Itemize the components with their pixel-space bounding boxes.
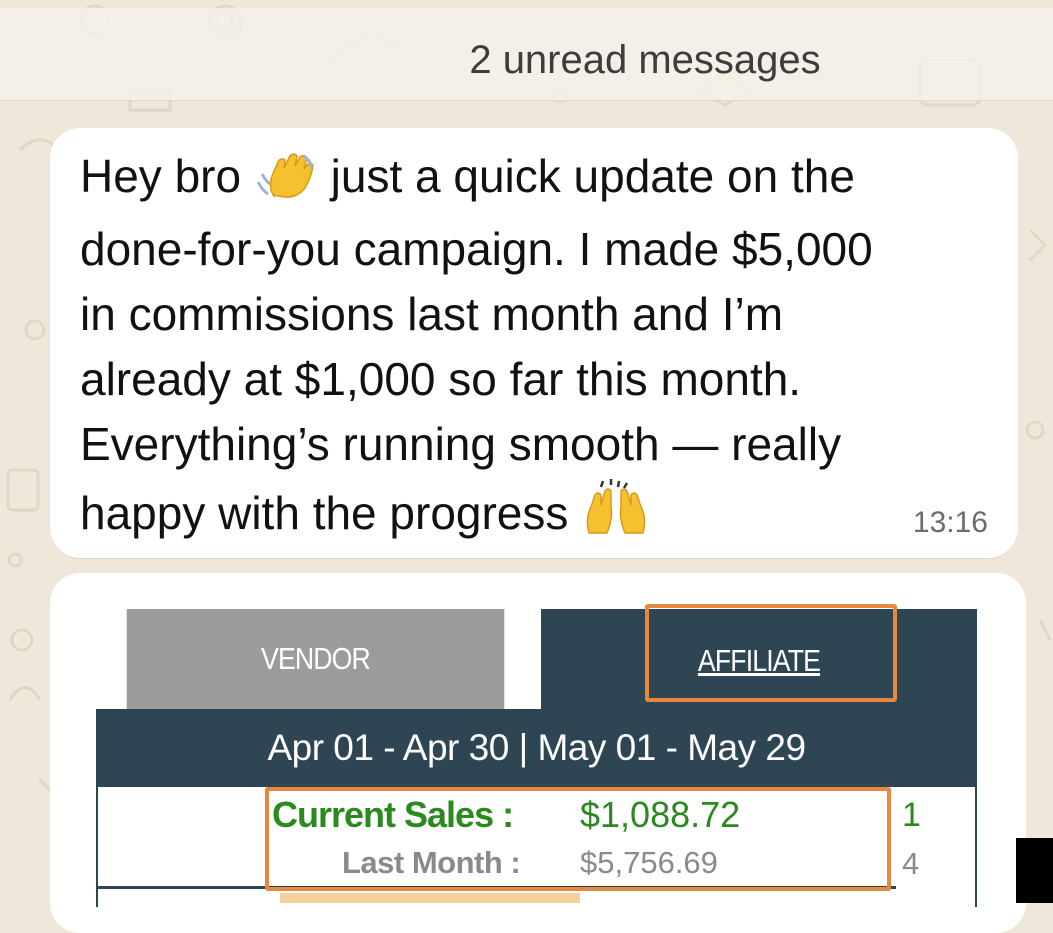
unread-messages-label: 2 unread messages bbox=[469, 38, 821, 82]
message-text: Hey bro just a quick update on the done-… bbox=[80, 144, 990, 554]
sales-highlight-box bbox=[265, 787, 891, 891]
message-line-7: happy with the progress bbox=[80, 487, 569, 539]
message-line-4: in commissions last month and I’m bbox=[80, 288, 784, 340]
message-line-1: Hey bro bbox=[80, 150, 242, 202]
message-line-3: done-for-you campaign. I made $5,000 bbox=[80, 223, 873, 275]
raising-hands-icon bbox=[581, 477, 651, 554]
tab-vendor: VENDOR bbox=[126, 609, 505, 709]
image-crop-edge bbox=[1016, 838, 1053, 903]
affiliate-highlight-box bbox=[645, 604, 897, 702]
waving-hand-icon bbox=[254, 152, 318, 217]
side-value-2: 4 bbox=[902, 846, 920, 881]
message-line-6: Everything’s running smooth — really bbox=[80, 418, 842, 470]
incoming-message-bubble[interactable]: Hey bro just a quick update on the done-… bbox=[50, 128, 1018, 558]
message-line-2: just a quick update on the bbox=[330, 150, 855, 202]
message-timestamp: 13:16 bbox=[912, 506, 988, 539]
date-range-header: Apr 01 - Apr 30 | May 01 - May 29 bbox=[96, 709, 977, 787]
unread-messages-divider: 2 unread messages bbox=[0, 8, 1053, 101]
message-line-5: already at $1,000 so far this month. bbox=[80, 353, 802, 405]
side-value-1: 1 bbox=[902, 796, 921, 834]
next-row-peek bbox=[280, 893, 580, 903]
